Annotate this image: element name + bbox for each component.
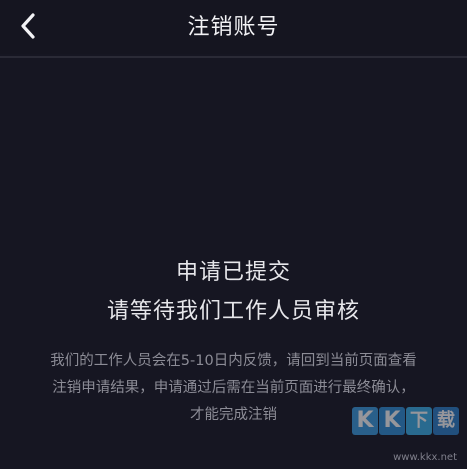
page-title: 注销账号: [187, 15, 280, 40]
watermark-logo: K K 下 载: [352, 407, 459, 435]
watermark-url: www.kkx.net: [393, 452, 457, 463]
watermark-glyph: K: [379, 407, 405, 435]
navigation-bar: 注销账号: [0, 0, 467, 54]
description-line-2: 注销申请结果，申请通过后需在当前页面进行最终确认，: [52, 380, 415, 396]
cancel-account-screen: 注销账号 申请已提交 请等待我们工作人员审核 我们的工作人员会在5-10日内反馈…: [0, 0, 467, 469]
description-line-1: 我们的工作人员会在5-10日内反馈，请回到当前页面查看: [50, 353, 417, 369]
watermark-glyph: K: [352, 407, 378, 435]
watermark-glyph: 载: [433, 407, 459, 435]
header-divider: [0, 56, 467, 58]
watermark-glyph: 下: [406, 407, 432, 435]
status-submitted-text: 申请已提交: [175, 260, 291, 285]
watermark: K K 下 载 www.kkx.net: [347, 407, 459, 463]
status-waiting-text: 请等待我们工作人员审核: [106, 299, 360, 324]
